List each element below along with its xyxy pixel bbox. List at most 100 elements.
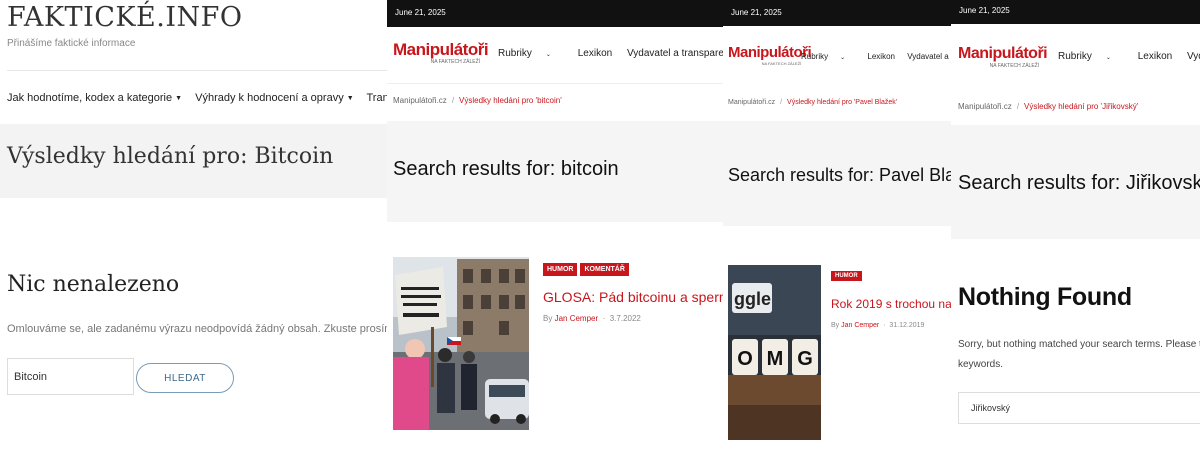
breadcrumb-current: Výsledky hledání pro 'Pavel Blažek' <box>787 99 898 106</box>
nav-label: Rubriky <box>1058 51 1092 62</box>
dice-letter: G <box>797 348 813 370</box>
manipulatori-bitcoin-panel: June 21, 2025 Manipulátoři NA FAKTECH ZÁ… <box>387 0 723 450</box>
dice-letter: M <box>767 348 784 370</box>
article-title-link[interactable]: Rok 2019 s trochou nadsázky <box>831 297 951 311</box>
breadcrumb: Manipulátoři.cz / Výsledky hledání pro 'bi… <box>393 96 562 105</box>
breadcrumb-home[interactable]: Manipulátoři.cz <box>393 96 447 105</box>
sign-text: ggle <box>734 289 771 309</box>
message-line: keywords. <box>958 359 1004 370</box>
search-title-bar: Search results for: Pavel Blažek <box>723 121 951 226</box>
nav-item-financing[interactable]: Transparentní financování <box>367 92 388 104</box>
article-date: 3.7.2022 <box>609 314 641 323</box>
by-label: By <box>831 322 840 329</box>
page-title-bar: Výsledky hledání pro: Bitcoin <box>0 124 387 198</box>
nav-item-rubriky[interactable]: Rubriky ⌄ <box>498 48 563 59</box>
fakticke-panel: FAKTICKÉ.INFO Přinášíme faktické informa… <box>0 0 387 450</box>
main-nav: Jak hodnotíme, kodex a kategorie ▼ Výhrad… <box>7 92 387 104</box>
main-nav: Rubriky ⌄ Lexikon Vydavatel a transparent… <box>498 48 723 59</box>
article-meta: By Jan Cemper · 31.12.2019 <box>831 322 925 329</box>
site-logo[interactable]: Manipulátoři NA FAKTECH ZÁLEŽÍ <box>728 44 812 66</box>
nav-item-methodology[interactable]: Jak hodnotíme, kodex a kategorie ▼ <box>7 92 182 104</box>
search-input[interactable] <box>958 392 1200 424</box>
search-button[interactable]: HLEDAT <box>136 363 234 393</box>
by-label: By <box>543 314 553 323</box>
article-thumbnail[interactable]: ggle O M G <box>728 265 821 440</box>
chevron-down-icon: ▼ <box>346 95 354 102</box>
manipulatori-blazek-panel: June 21, 2025 Manipulátoři NA FAKTECH ZÁ… <box>723 0 951 450</box>
nothing-found-heading: Nothing Found <box>958 283 1132 311</box>
site-logo[interactable]: FAKTICKÉ.INFO <box>7 2 243 33</box>
breadcrumb-separator: / <box>1016 102 1020 111</box>
page-title: Search results for: bitcoin <box>393 158 619 180</box>
logo-subtitle: NA FAKTECH ZÁLEŽÍ <box>761 61 802 66</box>
nav-item-rubriky[interactable]: Rubriky ⌄ <box>801 52 855 61</box>
tag-humor[interactable]: HUMOR <box>831 271 862 281</box>
logo-text: Manipulátoři <box>728 44 812 61</box>
chevron-down-icon: ⌄ <box>1105 55 1111 61</box>
nav-item-lexikon[interactable]: Lexikon <box>1138 51 1172 62</box>
dice-letter: O <box>737 348 753 370</box>
nav-label: Jak hodnotíme, kodex a kategorie <box>7 92 173 104</box>
breadcrumb-current: Výsledky hledání pro 'Jiřikovský' <box>1024 102 1139 111</box>
article-title-link[interactable]: GLOSA: Pád bitcoinu a sperma <box>543 289 723 305</box>
top-bar: June 21, 2025 <box>387 0 723 27</box>
omg-dice-image: ggle O M G <box>728 265 821 440</box>
page-title: Search results for: Pavel Blažek <box>728 165 951 185</box>
nav-item-lexikon[interactable]: Lexikon <box>578 48 612 59</box>
nav-item-rubriky[interactable]: Rubriky ⌄ <box>1058 51 1123 62</box>
nav-label: Transparentní financování <box>366 92 388 104</box>
top-bar: June 21, 2025 <box>951 0 1200 24</box>
nav-item-lexikon[interactable]: Lexikon <box>867 52 895 61</box>
protest-photo-image <box>393 257 529 430</box>
top-bar-date: June 21, 2025 <box>395 8 446 17</box>
manipulatori-jirikovsky-panel: June 21, 2025 Manipulátoři NA FAKTECH ZÁ… <box>951 0 1200 450</box>
breadcrumb-current: Výsledky hledání pro 'bitcoin' <box>459 96 562 105</box>
chevron-down-icon: ▼ <box>175 95 183 102</box>
top-bar-date: June 21, 2025 <box>731 8 782 17</box>
main-nav: Rubriky ⌄ Lexikon Vydavatel a transparent… <box>1058 51 1200 62</box>
nav-item-publisher[interactable]: Vydavatel a transparentní financování <box>907 52 951 61</box>
breadcrumb-separator: / <box>780 99 783 106</box>
chevron-down-icon: ⌄ <box>545 52 551 58</box>
site-tagline: Přinášíme faktické informace <box>7 38 136 49</box>
breadcrumb: Manipulátoři.cz / Výsledky hledání pro 'Ji… <box>958 102 1138 111</box>
logo-text: Manipulátoři <box>393 40 489 59</box>
nothing-found-heading: Nic nenalezeno <box>7 272 180 297</box>
nav-label: Rubriky <box>801 52 829 61</box>
top-bar: June 21, 2025 <box>723 0 951 26</box>
article-meta: By Jan Cemper · 3.7.2022 <box>543 314 641 323</box>
top-bar-date: June 21, 2025 <box>959 6 1010 15</box>
tag-humor[interactable]: HUMOR <box>543 263 578 276</box>
main-nav: Rubriky ⌄ Lexikon Vydavatel a transparent… <box>801 52 951 61</box>
tag-komentar[interactable]: KOMENTÁŘ <box>580 263 629 276</box>
breadcrumb-home[interactable]: Manipulátoři.cz <box>728 99 775 106</box>
nav-item-publisher[interactable]: Vydavatel a transparentní financování <box>1187 51 1200 62</box>
article-tags: HUMOR <box>831 271 865 281</box>
author-link[interactable]: Jan Cemper <box>841 322 879 329</box>
site-logo[interactable]: Manipulátoři NA FAKTECH ZÁLEŽÍ <box>393 40 489 65</box>
divider <box>387 83 723 84</box>
chevron-down-icon: ⌄ <box>840 55 846 61</box>
article-thumbnail[interactable] <box>393 257 529 430</box>
nav-label: Rubriky <box>498 48 532 59</box>
no-results-message: Omlouváme se, ale zadanému výrazu neodpo… <box>7 323 387 335</box>
logo-text: Manipulátoři <box>958 45 1048 62</box>
page-title: Search results for: Jiřikovský <box>958 172 1200 194</box>
search-title-bar: Search results for: bitcoin <box>387 121 723 222</box>
nav-item-objections[interactable]: Výhrady k hodnocení a opravy ▼ <box>195 92 354 104</box>
breadcrumb-separator: / <box>451 96 455 105</box>
breadcrumb-home[interactable]: Manipulátoři.cz <box>958 102 1012 111</box>
article-tags: HUMOR KOMENTÁŘ <box>543 263 632 276</box>
no-results-message: Sorry, but nothing matched your search t… <box>958 335 1200 375</box>
nav-item-publisher[interactable]: Vydavatel a transparentní financování <box>627 48 723 59</box>
page-title: Výsledky hledání pro: Bitcoin <box>7 144 334 169</box>
search-input[interactable] <box>7 358 134 395</box>
author-link[interactable]: Jan Cemper <box>555 314 599 323</box>
logo-subtitle: NA FAKTECH ZÁLEŽÍ <box>989 63 1040 69</box>
breadcrumb: Manipulátoři.cz / Výsledky hledání pro 'Pa… <box>728 99 897 106</box>
message-line: Sorry, but nothing matched your search t… <box>958 339 1200 350</box>
article-date: 31.12.2019 <box>889 322 925 329</box>
site-logo[interactable]: Manipulátoři NA FAKTECH ZÁLEŽÍ <box>958 45 1048 69</box>
divider <box>7 70 387 71</box>
nav-label: Výhrady k hodnocení a opravy <box>195 92 344 104</box>
